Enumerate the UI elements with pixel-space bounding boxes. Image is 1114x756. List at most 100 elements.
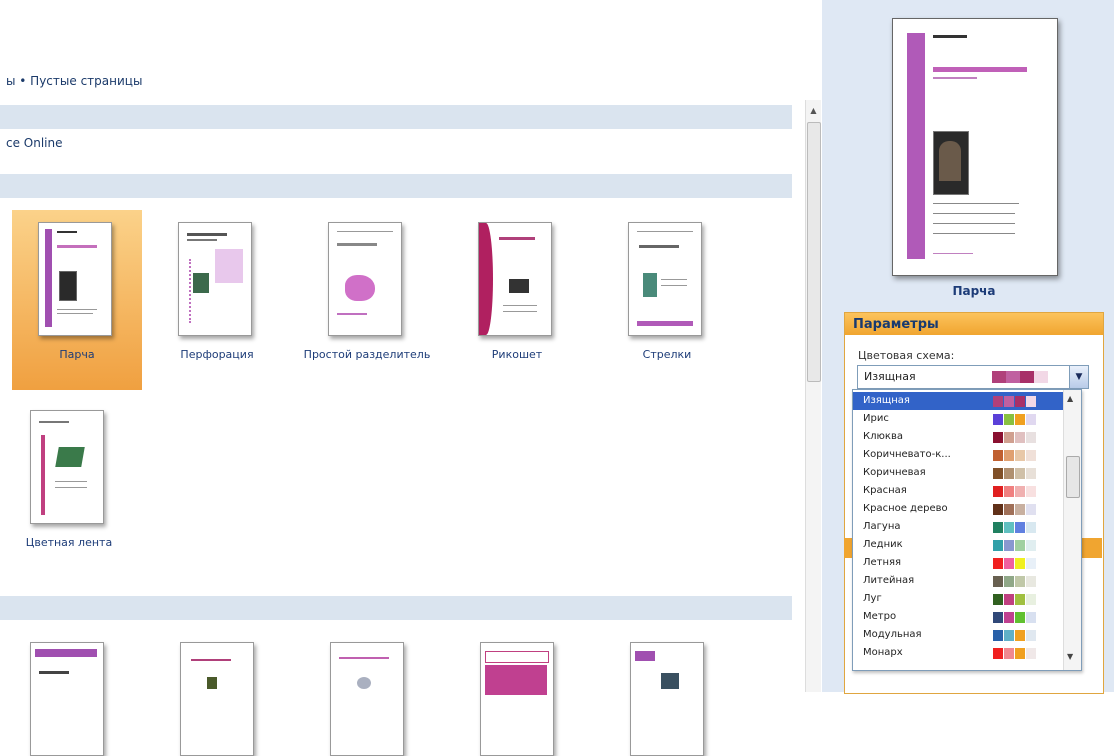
gallery-scrollbar[interactable]: ▲ [805,100,821,692]
scheme-option-label: Монарх [863,647,903,658]
color-swatch [1026,612,1036,623]
color-scheme-dropdown-list[interactable]: ▲ ▼ Изящная Ирис Клюква Коричневато-к... Кор… [852,389,1082,671]
template-thumbnail [328,222,402,336]
scheme-option[interactable]: Монарх [853,644,1063,662]
chevron-down-icon[interactable]: ▼ [1069,366,1088,388]
color-scheme-select[interactable]: Изящная ▼ [857,365,1089,389]
scheme-option[interactable]: Коричневая [853,464,1063,482]
template-gallery: ы • Пустые страницы ce Online Парча Перф… [0,0,805,756]
scheme-option[interactable]: Литейная [853,572,1063,590]
template-thumbnail[interactable] [480,642,554,756]
template-label: Стрелки [642,348,692,361]
color-swatch [1020,371,1034,383]
color-swatch [1015,540,1025,551]
color-swatch [993,432,1003,443]
color-swatch [1026,522,1036,533]
template-tile-strelki[interactable]: Стрелки [602,210,732,390]
color-swatch [993,558,1003,569]
template-label: Простой разделитель [303,348,431,361]
scrollbar-thumb[interactable] [1066,456,1080,498]
scheme-option-label: Летняя [863,557,902,568]
color-swatch [1004,558,1014,569]
color-swatch [1015,576,1025,587]
color-swatch [993,414,1003,425]
scrollbar-thumb[interactable] [807,122,821,382]
color-swatch [1026,468,1036,479]
color-swatch [1004,522,1014,533]
template-thumbnail [178,222,252,336]
scheme-option[interactable]: Красное дерево [853,500,1063,518]
color-swatch [1026,648,1036,659]
template-thumbnail[interactable] [330,642,404,756]
scheme-option[interactable]: Лагуна [853,518,1063,536]
scheme-option[interactable]: Коричневато-к... [853,446,1063,464]
color-swatch [1026,450,1036,461]
template-label: Парча [59,348,95,361]
template-thumbnail [478,222,552,336]
scheme-option[interactable]: Красная [853,482,1063,500]
scheme-option-label: Ирис [863,413,889,424]
scheme-option-label: Коричневая [863,467,926,478]
breadcrumb[interactable]: ы • Пустые страницы [6,74,142,88]
scheme-option[interactable]: Модульная [853,626,1063,644]
color-swatch [993,630,1003,641]
scheme-option-label: Модульная [863,629,922,640]
color-swatch [993,648,1003,659]
color-swatch [1026,558,1036,569]
color-swatch [1015,450,1025,461]
template-thumbnail [628,222,702,336]
color-swatch [993,612,1003,623]
scroll-up-icon[interactable]: ▲ [809,106,818,116]
template-tile-perforatsiya[interactable]: Перфорация [152,210,282,390]
color-swatch [1004,630,1014,641]
template-tile-rikoshet[interactable]: Рикошет [452,210,582,390]
color-swatch [1026,486,1036,497]
color-swatch [1015,432,1025,443]
preview-label: Парча [952,284,996,298]
color-swatch [993,468,1003,479]
scroll-up-icon[interactable]: ▲ [1067,394,1073,403]
template-tile-tsvetnaya-lenta[interactable]: Цветная лента [4,398,134,578]
office-online-link[interactable]: ce Online [6,136,63,150]
dropdown-scrollbar[interactable]: ▲ ▼ [1063,390,1081,670]
template-label: Цветная лента [25,536,113,549]
color-swatch [992,371,1006,383]
color-swatch [1015,558,1025,569]
color-swatch [1004,396,1014,407]
color-swatch [1015,396,1025,407]
scroll-down-icon[interactable]: ▼ [1067,652,1073,661]
scheme-option[interactable]: Луг [853,590,1063,608]
color-swatch [1015,522,1025,533]
scheme-option[interactable]: Изящная [853,392,1063,410]
color-swatch [1004,594,1014,605]
template-thumbnail [30,410,104,524]
color-swatch [1034,371,1048,383]
color-swatch [1015,468,1025,479]
scheme-option[interactable]: Ледник [853,536,1063,554]
scheme-option-label: Лагуна [863,521,901,532]
color-swatch [1004,468,1014,479]
template-label: Рикошет [491,348,543,361]
color-swatch [1004,540,1014,551]
template-label: Перфорация [180,348,254,361]
color-swatch [1015,486,1025,497]
scheme-option-label: Изящная [863,395,910,406]
template-tile-parcha[interactable]: Парча [12,210,142,390]
scheme-option-label: Красное дерево [863,503,948,514]
scheme-option[interactable]: Метро [853,608,1063,626]
template-thumbnail[interactable] [180,642,254,756]
color-swatch [993,540,1003,551]
color-swatch [1026,594,1036,605]
template-thumbnail[interactable] [30,642,104,756]
template-tile-prostoy-razdelitel[interactable]: Простой разделитель [302,210,432,390]
color-swatch [1026,630,1036,641]
color-swatch [1026,414,1036,425]
color-swatch [993,486,1003,497]
template-thumbnail[interactable] [630,642,704,756]
scheme-option[interactable]: Летняя [853,554,1063,572]
color-swatch [993,576,1003,587]
section-header-bar [0,174,792,198]
scheme-option[interactable]: Клюква [853,428,1063,446]
scheme-option[interactable]: Ирис [853,410,1063,428]
scheme-option-label: Красная [863,485,907,496]
